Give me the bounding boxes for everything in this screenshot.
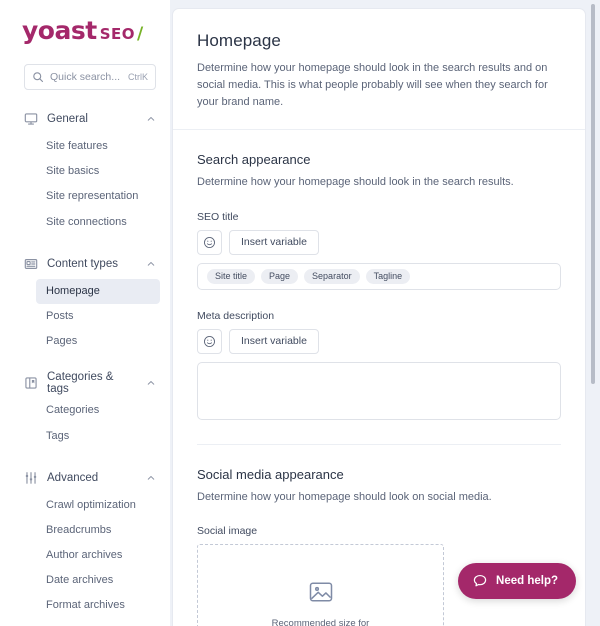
sidebar-item-date-archives[interactable]: Date archives — [36, 568, 160, 593]
variable-token[interactable]: Separator — [304, 268, 360, 284]
sidebar-item-homepage[interactable]: Homepage — [36, 278, 160, 304]
social-image-caption: Recommended size for this image is 1200x… — [272, 616, 370, 626]
sidebar-item-site-representation[interactable]: Site representation — [36, 184, 160, 209]
quick-search-shortcut: CtrlK — [128, 72, 148, 82]
seo-title-toolbar: Insert variable — [197, 229, 561, 255]
search-icon — [32, 71, 44, 83]
image-placeholder-icon — [307, 578, 335, 606]
meta-description-label: Meta description — [197, 309, 275, 322]
monitor-icon — [24, 112, 38, 126]
meta-description-toolbar: Insert variable — [197, 328, 561, 354]
sidebar-group-general[interactable]: General — [0, 104, 170, 134]
sidebar-group-label: General — [47, 113, 88, 125]
logo-slash: / — [137, 24, 143, 44]
seo-title-input[interactable]: Site title Page Separator Tagline — [197, 262, 561, 290]
variable-token[interactable]: Tagline — [365, 268, 411, 284]
sidebar-item-format-archives[interactable]: Format archives — [36, 593, 160, 618]
meta-description-input[interactable] — [197, 361, 561, 420]
settings-panel: Homepage Determine how your homepage sho… — [172, 8, 586, 626]
sidebar-item-site-connections[interactable]: Site connections — [36, 210, 160, 235]
main-content: Homepage Determine how your homepage sho… — [170, 0, 600, 626]
social-appearance-description: Determine how your homepage should look … — [197, 490, 492, 503]
chevron-up-icon[interactable] — [146, 473, 156, 483]
app-root: yoast SEO / Quick search... CtrlK Genera… — [0, 0, 600, 626]
seo-title-insert-variable-button[interactable]: Insert variable — [229, 229, 319, 255]
sidebar-nav: General Site features Site basics Site r… — [0, 104, 170, 619]
sidebar-group-label: Content types — [47, 257, 118, 270]
sidebar-item-pages[interactable]: Pages — [36, 329, 160, 354]
search-appearance-section: Search appearance Determine how your hom… — [173, 130, 585, 445]
page-title: Homepage — [197, 31, 281, 50]
social-image-label: Social image — [197, 525, 258, 538]
nav-group-content-types: Content types Homepage Posts Pages — [0, 249, 170, 355]
chat-bubble-icon — [472, 573, 488, 589]
page-header: Homepage Determine how your homepage sho… — [173, 9, 585, 131]
quick-search-placeholder: Quick search... — [50, 71, 121, 83]
chevron-up-icon[interactable] — [146, 378, 156, 388]
need-help-button[interactable]: Need help? — [458, 563, 576, 599]
search-appearance-heading: Search appearance — [197, 152, 311, 168]
emoji-picker-icon — [203, 335, 216, 348]
emoji-picker-icon — [203, 236, 216, 249]
nav-group-general: General Site features Site basics Site r… — [0, 104, 170, 235]
tag-book-icon — [24, 376, 38, 390]
page-scrollbar-thumb[interactable] — [591, 4, 595, 384]
article-icon — [24, 257, 38, 271]
sidebar: yoast SEO / Quick search... CtrlK Genera… — [0, 0, 170, 626]
sidebar-item-site-features[interactable]: Site features — [36, 134, 160, 159]
need-help-label: Need help? — [496, 575, 558, 587]
sliders-icon — [24, 471, 38, 485]
sidebar-item-tags[interactable]: Tags — [36, 424, 160, 449]
emoji-picker-button[interactable] — [197, 328, 222, 354]
social-appearance-heading: Social media appearance — [197, 466, 344, 482]
page-scrollbar-track[interactable] — [591, 0, 598, 626]
logo-brand: yoast — [22, 16, 97, 45]
sidebar-item-crawl-optimization[interactable]: Crawl optimization — [36, 493, 160, 518]
variable-token[interactable]: Site title — [207, 268, 256, 284]
chevron-up-icon[interactable] — [146, 114, 156, 124]
sidebar-group-advanced[interactable]: Advanced — [0, 463, 170, 493]
nav-group-advanced: Advanced Crawl optimization Breadcrumbs … — [0, 463, 170, 619]
social-image-dropzone[interactable]: Recommended size for this image is 1200x… — [197, 544, 444, 626]
search-appearance-description: Determine how your homepage should look … — [197, 176, 514, 189]
page-description: Determine how your homepage should look … — [197, 62, 548, 109]
logo[interactable]: yoast SEO / — [0, 0, 170, 52]
meta-description-field: Meta description Insert variable — [197, 310, 561, 420]
sidebar-item-site-basics[interactable]: Site basics — [36, 159, 160, 184]
sidebar-group-label: Categories & tags — [47, 371, 114, 396]
nav-group-categories-tags: Categories & tags Categories Tags — [0, 368, 170, 448]
meta-description-insert-variable-button[interactable]: Insert variable — [229, 328, 319, 354]
sidebar-group-label: Advanced — [47, 471, 99, 484]
seo-title-label: SEO title — [197, 210, 239, 223]
chevron-up-icon[interactable] — [146, 259, 156, 269]
sidebar-item-posts[interactable]: Posts — [36, 304, 160, 329]
logo-product: SEO — [99, 25, 135, 43]
sidebar-group-categories-tags[interactable]: Categories & tags — [0, 368, 170, 398]
sidebar-item-breadcrumbs[interactable]: Breadcrumbs — [36, 518, 160, 543]
seo-title-field: SEO title Insert variable Site title Pag… — [197, 211, 561, 290]
social-image-caption-line1: Recommended size for — [271, 618, 370, 626]
emoji-picker-button[interactable] — [197, 229, 222, 255]
sidebar-item-author-archives[interactable]: Author archives — [36, 543, 160, 568]
sidebar-group-content-types[interactable]: Content types — [0, 249, 170, 279]
quick-search-input[interactable]: Quick search... CtrlK — [24, 64, 156, 90]
variable-token[interactable]: Page — [261, 268, 299, 284]
sidebar-item-categories[interactable]: Categories — [36, 398, 160, 423]
